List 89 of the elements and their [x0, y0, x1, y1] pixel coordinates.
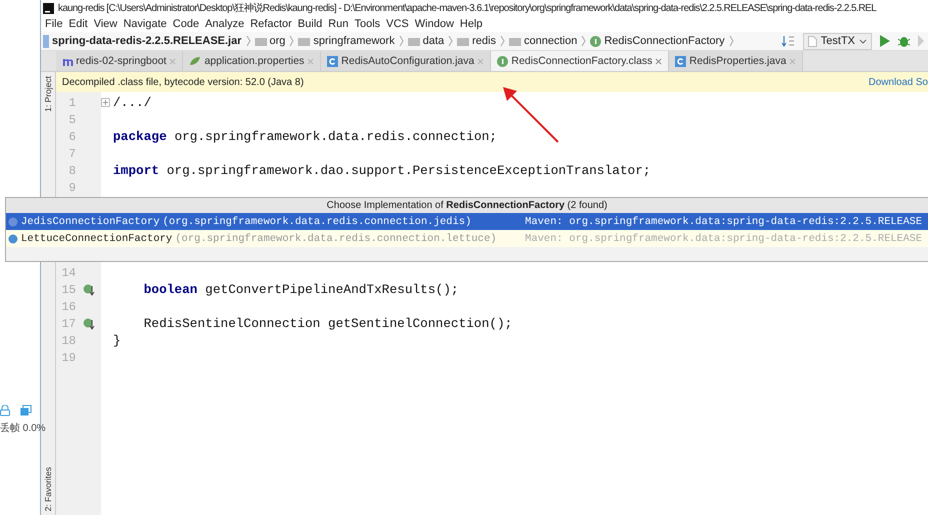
implementation-item[interactable]: LettuceConnectionFactory (org.springframework.data.redis.connection.lettuce) Maven: org.springframework.data:spring-data-redis:2.2.5.RELEASE — [6, 230, 928, 247]
chevron-icon — [246, 35, 250, 47]
close-icon[interactable] — [169, 58, 176, 64]
menu-item[interactable]: Edit — [66, 18, 92, 30]
interface-icon — [497, 56, 508, 66]
menu-item[interactable]: Analyze — [203, 18, 248, 30]
maven-icon — [62, 56, 73, 66]
folder-icon — [298, 36, 310, 46]
class-icon — [675, 56, 686, 66]
breadcrumb-item[interactable]: redis — [472, 35, 496, 47]
line-number: 17 — [60, 316, 76, 330]
code-line: import org.springframework.dao.support.PersistenceExceptionTranslator; — [113, 163, 651, 178]
project-tool-tab[interactable]: 1: Project — [43, 76, 53, 112]
code-line: package org.springframework.data.redis.connection; — [113, 129, 497, 144]
menu-item[interactable]: Build — [296, 18, 326, 30]
menu-item[interactable]: VCS — [384, 18, 413, 30]
editor-tab[interactable]: redis-02-springboot — [56, 51, 184, 71]
menu-item[interactable]: View — [92, 18, 122, 30]
menu-item[interactable]: Navigate — [121, 18, 171, 30]
chevron-icon — [728, 35, 734, 47]
close-icon[interactable] — [307, 58, 314, 64]
frame-drop-status: 丢帧 0.0% — [0, 422, 46, 435]
line-number: 9 — [68, 180, 76, 194]
line-number: 6 — [68, 130, 76, 144]
class-icon — [327, 56, 338, 66]
line-number: 8 — [68, 164, 76, 178]
sort-icon[interactable] — [780, 35, 795, 47]
code-line: } — [113, 333, 121, 348]
chevron-icon — [448, 35, 454, 47]
lock-icon[interactable] — [0, 405, 10, 416]
chevron-icon — [398, 35, 404, 47]
menu-item[interactable]: Window — [412, 18, 458, 30]
folder-icon — [457, 36, 470, 46]
close-icon[interactable] — [477, 58, 484, 64]
breadcrumb-item[interactable]: RedisConnectionFactory — [604, 35, 725, 47]
editor-tab[interactable]: RedisConnectionFactory.class — [491, 51, 670, 71]
breadcrumb-item[interactable]: org — [270, 35, 286, 47]
folder-icon — [508, 36, 521, 46]
file-icon — [808, 36, 817, 46]
breadcrumb-item[interactable]: spring-data-redis-2.2.5.RELEASE.jar — [52, 35, 242, 47]
editor-tab[interactable]: application.properties — [183, 51, 322, 71]
chevron-icon — [289, 35, 294, 47]
caret-icon — [859, 38, 867, 44]
breadcrumb-item[interactable]: springframework — [313, 35, 395, 47]
code-line: /.../ — [113, 95, 152, 110]
menu-item[interactable]: Help — [458, 18, 487, 30]
popup-title: Choose Implementation of RedisConnectionFactory (2 found) — [6, 198, 928, 213]
editor-tab[interactable]: RedisAutoConfiguration.java — [321, 51, 492, 71]
close-icon[interactable] — [789, 58, 796, 64]
copy-icon[interactable] — [20, 405, 32, 416]
folder-icon — [408, 36, 420, 46]
line-number: 15 — [60, 282, 76, 296]
menu-item[interactable]: Refactor — [248, 18, 296, 30]
bug-icon[interactable] — [898, 35, 910, 47]
code-line: RedisSentinelConnection getSentinelConnection(); — [142, 316, 512, 331]
implementation-item[interactable]: JedisConnectionFactory (org.springframework.data.redis.connection.jedis) Maven: org.springframework.data:spring-data-redis:2.2.5.RELEASE — [6, 213, 928, 230]
expand-icon[interactable] — [101, 98, 110, 107]
line-number: 7 — [68, 146, 76, 160]
decompiled-notice: Decompiled .class file, bytecode version: 52.0 (Java 8) — [62, 76, 304, 88]
interface-icon — [590, 36, 602, 46]
menu-item[interactable]: Tools — [352, 18, 384, 30]
breadcrumb-item[interactable]: connection — [524, 35, 578, 47]
editor-tab[interactable]: RedisProperties.java — [669, 51, 804, 71]
run-configuration-dropdown[interactable]: TestTX — [802, 32, 872, 50]
chevron-icon — [581, 35, 586, 47]
code-line: boolean getConvertPipelineAndTxResults(); — [142, 282, 459, 297]
jar-icon — [43, 34, 49, 48]
close-icon[interactable] — [655, 58, 662, 64]
line-number: 16 — [60, 300, 76, 314]
app-logo-icon — [43, 2, 54, 14]
line-number: 1 — [68, 96, 76, 110]
implemented-marker-icon[interactable] — [82, 318, 94, 330]
line-number: 14 — [60, 266, 76, 280]
download-sources-link[interactable]: Download So — [868, 76, 928, 88]
line-number: 5 — [68, 112, 76, 126]
favorites-tool-tab[interactable]: 2: Favorites — [43, 466, 53, 511]
window-title: kaung-redis [C:\Users\Administrator\Desktop\狂神说Redis\kaung-redis] - D:\Environment\apache-maven-3.6.1\repository\org\springframework\data\spring-data-redis\2.2.5.RELEASE\spring-data-redis-2.2.5.REL — [58, 2, 876, 15]
menu-item[interactable]: Run — [326, 18, 352, 30]
properties-icon — [189, 56, 202, 66]
breadcrumb-item[interactable]: data — [422, 35, 444, 47]
line-number: 18 — [60, 334, 76, 348]
implemented-marker-icon[interactable] — [82, 284, 94, 296]
play-icon[interactable] — [918, 35, 924, 47]
menu-item[interactable]: Code — [170, 18, 204, 30]
line-number: 19 — [60, 350, 76, 364]
chevron-icon — [500, 35, 505, 47]
menu-item[interactable]: File — [43, 18, 67, 30]
run-icon[interactable] — [880, 35, 890, 47]
folder-icon — [254, 36, 266, 46]
